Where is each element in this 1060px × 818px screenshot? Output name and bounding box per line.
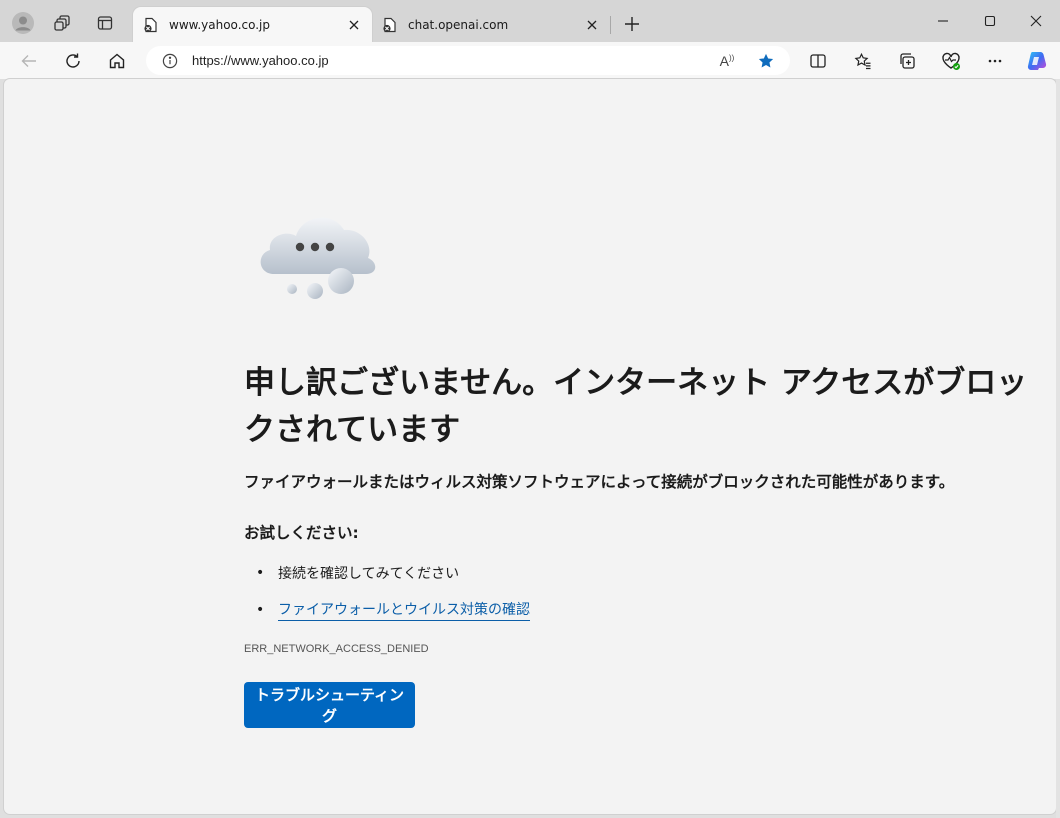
try-label: お試しください: (244, 524, 359, 542)
suggestion-item: • 接続を確認してみてください (256, 563, 459, 583)
close-icon (349, 20, 359, 29)
page-title: 申し訳ございません。インターネット アクセスがブロックされています (244, 365, 1028, 448)
close-icon (587, 20, 597, 29)
browser-essentials-icon (942, 52, 960, 70)
tab-title: www.yahoo.co.jp (169, 17, 270, 32)
copilot-icon (1027, 52, 1047, 70)
tab-strip: www.yahoo.co.jp chat.openai.com (0, 0, 1060, 42)
tab-actions-icon (97, 16, 113, 30)
window-edge (1056, 79, 1060, 818)
split-screen-button[interactable] (803, 46, 833, 76)
collections-icon (900, 53, 915, 69)
window-close-icon (1030, 15, 1042, 27)
refresh-button[interactable] (58, 46, 88, 76)
minimize-icon (938, 20, 948, 22)
url-text[interactable]: https://www.yahoo.co.jp (192, 53, 329, 68)
suggestion-item: • ファイアウォールとウイルス対策の確認 (256, 599, 530, 621)
more-icon (988, 59, 1002, 63)
browser-window: www.yahoo.co.jp chat.openai.com https://… (0, 0, 1060, 818)
tab-yahoo[interactable]: www.yahoo.co.jp (133, 7, 372, 42)
address-bar[interactable]: https://www.yahoo.co.jp (146, 46, 790, 75)
favorite-button[interactable] (751, 46, 781, 76)
suggestion-text: 接続を確認してみてください (278, 566, 460, 582)
back-icon (21, 55, 36, 67)
profile-button[interactable] (8, 8, 38, 38)
refresh-icon (66, 53, 80, 68)
tab-actions-button[interactable] (90, 8, 120, 38)
tab-separator (610, 16, 611, 34)
blocked-page-icon (143, 17, 159, 33)
error-description: ファイアウォールまたはウィルス対策ソフトウェアによって接続がブロックされた可能性… (244, 473, 955, 491)
firewall-check-link[interactable]: ファイアウォールとウイルス対策の確認 (278, 599, 530, 621)
window-close-button[interactable] (1013, 5, 1059, 37)
info-icon[interactable] (162, 53, 178, 69)
troubleshoot-button[interactable]: トラブルシューティング (244, 682, 415, 728)
toolbar: https://www.yahoo.co.jp A)) (0, 42, 1060, 79)
back-button[interactable] (14, 46, 44, 76)
home-button[interactable] (102, 46, 132, 76)
bullet: • (256, 602, 265, 618)
favorite-star-icon (758, 53, 774, 68)
read-aloud-button[interactable]: A)) (712, 46, 742, 76)
favorites-icon (854, 52, 871, 70)
tab-close-button[interactable] (346, 17, 362, 33)
tab-close-button[interactable] (584, 17, 600, 33)
favorites-button[interactable] (848, 46, 878, 76)
cloud-illustration (260, 217, 376, 299)
maximize-button[interactable] (967, 5, 1013, 37)
copilot-button[interactable] (1022, 46, 1052, 76)
new-tab-button[interactable] (618, 10, 646, 38)
tab-title: chat.openai.com (408, 17, 509, 32)
bullet: • (256, 565, 265, 581)
more-button[interactable] (980, 46, 1010, 76)
workspaces-button[interactable] (48, 8, 78, 38)
collections-button[interactable] (892, 46, 922, 76)
blocked-page-icon (382, 17, 398, 33)
workspaces-icon (54, 15, 70, 31)
split-screen-icon (810, 54, 826, 68)
read-aloud-icon: A)) (719, 53, 735, 69)
maximize-icon (984, 15, 996, 27)
minimize-button[interactable] (920, 5, 966, 37)
profile-icon (12, 12, 34, 34)
home-icon (109, 53, 125, 69)
tab-chatgpt[interactable]: chat.openai.com (372, 7, 610, 42)
error-code: ERR_NETWORK_ACCESS_DENIED (244, 643, 429, 655)
new-tab-icon (625, 17, 639, 31)
browser-essentials-button[interactable] (936, 46, 966, 76)
